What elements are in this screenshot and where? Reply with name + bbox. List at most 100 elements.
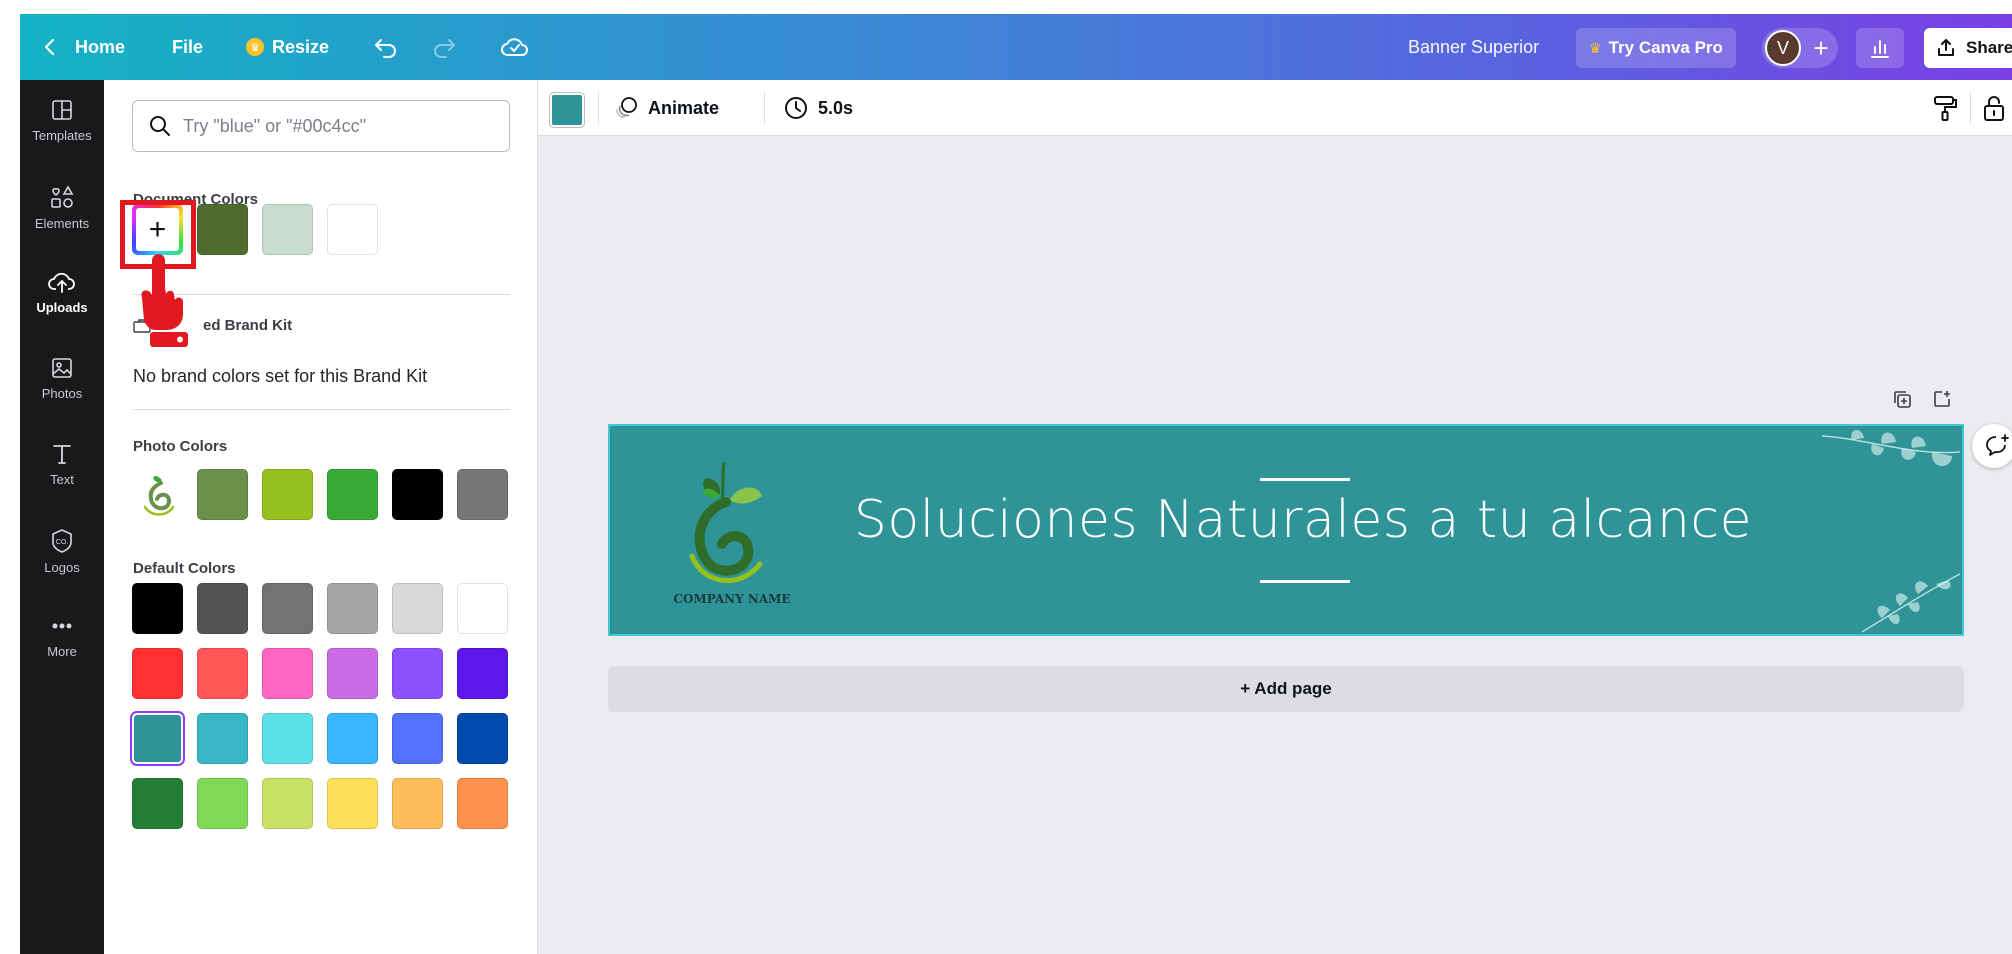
photo-thumbnail-logo[interactable] <box>132 469 183 520</box>
sidebar-item-label: Templates <box>32 128 92 143</box>
banner-page[interactable]: COMPANY NAME Soluciones Naturales a tu a… <box>608 424 1964 636</box>
add-collaborator-plus-icon[interactable]: + <box>1806 30 1836 66</box>
sidebar-item-photos[interactable]: Photos <box>20 356 104 436</box>
sidebar-item-label: Uploads <box>36 300 88 315</box>
background-color-button[interactable] <box>550 93 584 127</box>
crown-icon: ♛ <box>246 38 264 56</box>
add-comment-icon[interactable] <box>1972 424 2012 468</box>
back-chevron-icon[interactable] <box>42 14 58 80</box>
plant-logo-icon <box>143 475 174 516</box>
pointing-hand-icon <box>141 254 188 347</box>
photo-color-swatch[interactable] <box>327 469 378 520</box>
default-color-swatch[interactable] <box>457 648 508 699</box>
default-color-swatch[interactable] <box>262 778 313 829</box>
page-actions <box>1892 389 1952 409</box>
default-color-swatch[interactable] <box>392 713 443 764</box>
default-color-swatch[interactable] <box>457 583 508 634</box>
divider <box>764 92 765 124</box>
default-color-swatch[interactable] <box>262 648 313 699</box>
default-color-swatch[interactable] <box>132 583 183 634</box>
elements-icon <box>51 185 74 208</box>
document-color-swatch[interactable] <box>327 204 378 255</box>
default-color-swatch[interactable] <box>327 648 378 699</box>
text-icon <box>53 445 71 464</box>
sidebar-item-more[interactable]: More <box>20 614 104 694</box>
crown-icon: ♛ <box>1589 39 1602 56</box>
brand-kit-title: ed Brand Kit <box>203 317 293 334</box>
home-button[interactable]: Home <box>75 14 125 80</box>
duration-button[interactable]: 5.0s <box>784 80 853 136</box>
decor-line-bottom <box>1260 580 1350 583</box>
sidebar-item-label: Elements <box>34 216 90 231</box>
svg-text:CO.: CO. <box>56 539 69 546</box>
divider <box>133 409 510 410</box>
sidebar-item-label: Logos <box>44 560 80 575</box>
default-color-swatch[interactable] <box>327 713 378 764</box>
avatar[interactable]: V <box>1765 30 1801 66</box>
default-color-swatch[interactable] <box>132 713 183 764</box>
share-button[interactable]: Share <box>1924 28 2012 68</box>
animate-button[interactable]: Animate <box>614 80 719 136</box>
photo-color-swatch[interactable] <box>392 469 443 520</box>
share-label: Share <box>1966 38 2012 57</box>
plus-icon: + <box>136 208 179 251</box>
photo-color-swatch[interactable] <box>457 469 508 520</box>
paint-roller-icon[interactable] <box>1932 94 1958 127</box>
default-color-swatch[interactable] <box>327 583 378 634</box>
default-color-swatch[interactable] <box>327 778 378 829</box>
sidebar-item-label: Photos <box>41 386 83 401</box>
sidebar-item-text[interactable]: Text <box>20 442 104 522</box>
add-page-icon[interactable] <box>1932 389 1952 409</box>
top-bar: Home File ♛ Resize Banner Superior ♛ Try… <box>20 14 2012 80</box>
sidebar-item-templates[interactable]: Templates <box>20 98 104 178</box>
duplicate-page-icon[interactable] <box>1892 389 1912 409</box>
decor-line-top <box>1260 478 1350 481</box>
default-color-swatch[interactable] <box>197 778 248 829</box>
default-color-swatch[interactable] <box>392 583 443 634</box>
sidebar-item-elements[interactable]: Elements <box>20 184 104 264</box>
collaborators-group[interactable]: V + <box>1762 28 1838 68</box>
default-color-swatch[interactable] <box>262 583 313 634</box>
photo-color-swatch[interactable] <box>262 469 313 520</box>
insights-chart-icon[interactable] <box>1856 28 1904 68</box>
undo-icon[interactable] <box>373 14 399 80</box>
resize-button[interactable]: ♛ Resize <box>246 14 329 80</box>
document-title[interactable]: Banner Superior <box>1408 14 1539 80</box>
file-menu-button[interactable]: File <box>172 14 203 80</box>
editor-toolbar: Animate 5.0s <box>538 80 2012 136</box>
default-color-swatch[interactable] <box>132 648 183 699</box>
upload-cloud-icon <box>48 272 75 293</box>
sidebar-item-logos[interactable]: CO. Logos <box>20 528 104 608</box>
default-color-swatch[interactable] <box>197 583 248 634</box>
redo-icon[interactable] <box>431 14 457 80</box>
default-color-swatch[interactable] <box>392 778 443 829</box>
default-color-swatch[interactable] <box>132 778 183 829</box>
default-color-swatch[interactable] <box>457 713 508 764</box>
search-icon <box>150 116 170 136</box>
duration-label: 5.0s <box>818 97 854 118</box>
default-color-swatch[interactable] <box>457 778 508 829</box>
share-upload-icon <box>1938 39 1954 56</box>
photo-colors-title: Photo Colors <box>133 438 228 455</box>
document-color-swatch[interactable] <box>262 204 313 255</box>
photo-icon <box>52 358 72 378</box>
default-colors-title: Default Colors <box>133 560 236 577</box>
color-search-box[interactable] <box>132 100 510 152</box>
default-color-swatch[interactable] <box>392 648 443 699</box>
sidebar-item-uploads[interactable]: Uploads <box>20 270 104 350</box>
color-search-input[interactable] <box>183 115 483 137</box>
try-canva-pro-button[interactable]: ♛ Try Canva Pro <box>1576 28 1736 68</box>
logo-icon: CO. <box>52 529 72 553</box>
add-page-button[interactable]: + Add page <box>608 666 1964 712</box>
lock-icon[interactable] <box>1982 94 2006 127</box>
company-name-text[interactable]: COMPANY NAME <box>662 592 802 606</box>
leaf-decoration-icon <box>1861 573 1961 633</box>
sidebar-item-label: Text <box>50 472 74 487</box>
cloud-saved-icon[interactable] <box>500 14 530 80</box>
default-color-swatch[interactable] <box>197 713 248 764</box>
banner-headline[interactable]: Soluciones Naturales a tu alcance <box>610 490 1962 550</box>
default-color-swatch[interactable] <box>197 648 248 699</box>
default-color-swatch[interactable] <box>262 713 313 764</box>
more-dots-icon <box>52 623 72 629</box>
photo-color-swatch[interactable] <box>197 469 248 520</box>
